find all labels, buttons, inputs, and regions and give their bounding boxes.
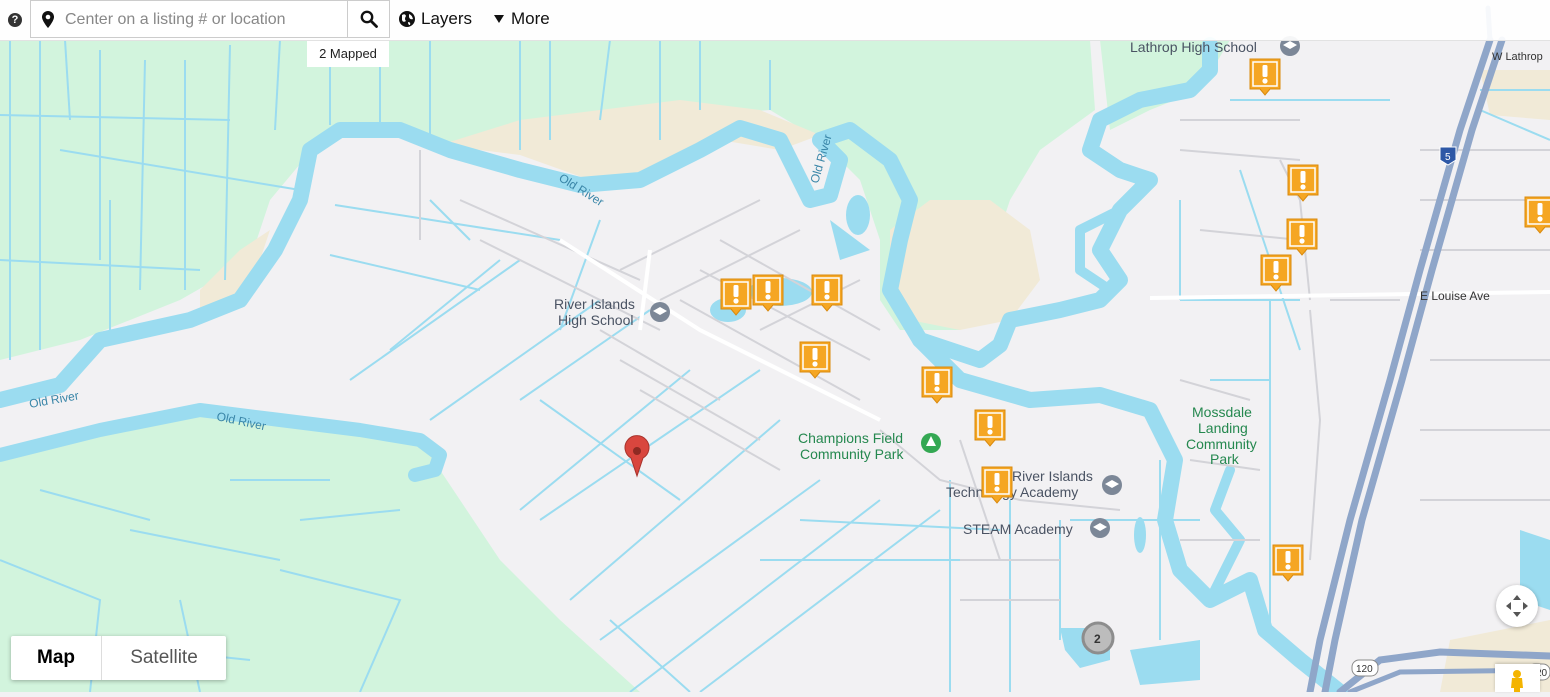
fullscreen-button[interactable]	[1496, 585, 1538, 627]
hwy120-shield-icon: 120	[1351, 659, 1379, 677]
label-lathrop-high: Lathrop High School	[1130, 39, 1257, 55]
label-river-islands-high: High School	[558, 312, 634, 328]
more-label: More	[511, 9, 550, 28]
magnifier-icon	[360, 10, 378, 28]
mapped-count-badge: 2 Mapped	[307, 41, 389, 67]
label-mossdale: Mossdale	[1192, 404, 1252, 420]
label-mossdale: Community	[1186, 436, 1257, 452]
move-arrows-icon	[1506, 595, 1528, 617]
layers-button[interactable]: Layers	[398, 6, 472, 32]
map-pin-icon	[42, 11, 54, 28]
park-icon	[921, 433, 941, 453]
svg-text:2: 2	[1094, 632, 1101, 646]
triangle-down-icon	[494, 15, 504, 23]
school-icon	[1090, 518, 1110, 538]
label-w-lathrop: W Lathrop	[1492, 51, 1543, 63]
svg-text:120: 120	[1356, 664, 1373, 675]
pegman-button[interactable]	[1495, 664, 1540, 692]
map-type-control: Map Satellite	[11, 636, 226, 680]
question-circle-icon: ?	[8, 13, 22, 27]
svg-text:5: 5	[1445, 152, 1451, 163]
label-river-islands-tech: River Islands	[1012, 468, 1093, 484]
search-button[interactable]	[348, 0, 390, 38]
label-champions-field: Community Park	[800, 446, 904, 462]
school-icon	[1102, 475, 1122, 495]
street-view-pegman-icon	[1511, 670, 1523, 692]
help-button[interactable]: ?	[0, 0, 30, 40]
map-toolbar: ? Layers More	[0, 0, 1550, 41]
layers-label: Layers	[421, 9, 473, 28]
cluster-marker[interactable]: 2	[1081, 621, 1115, 655]
globe-icon	[399, 11, 415, 27]
search-input[interactable]	[63, 7, 347, 33]
label-e-louise-ave: E Louise Ave	[1420, 289, 1490, 303]
search-box	[30, 0, 348, 38]
label-mossdale: Landing	[1198, 420, 1248, 436]
label-champions-field: Champions Field	[798, 430, 903, 446]
map-type-satellite-button[interactable]: Satellite	[102, 636, 226, 680]
school-icon	[650, 302, 670, 322]
label-steam-academy: STEAM Academy	[963, 521, 1073, 537]
map-canvas[interactable]: Lathrop High School W Lathrop Old River …	[0, 0, 1550, 692]
map-type-map-button[interactable]: Map	[11, 636, 102, 680]
label-river-islands-high: River Islands	[554, 296, 635, 312]
label-mossdale: Park	[1210, 451, 1240, 467]
more-button[interactable]: More	[494, 6, 550, 32]
